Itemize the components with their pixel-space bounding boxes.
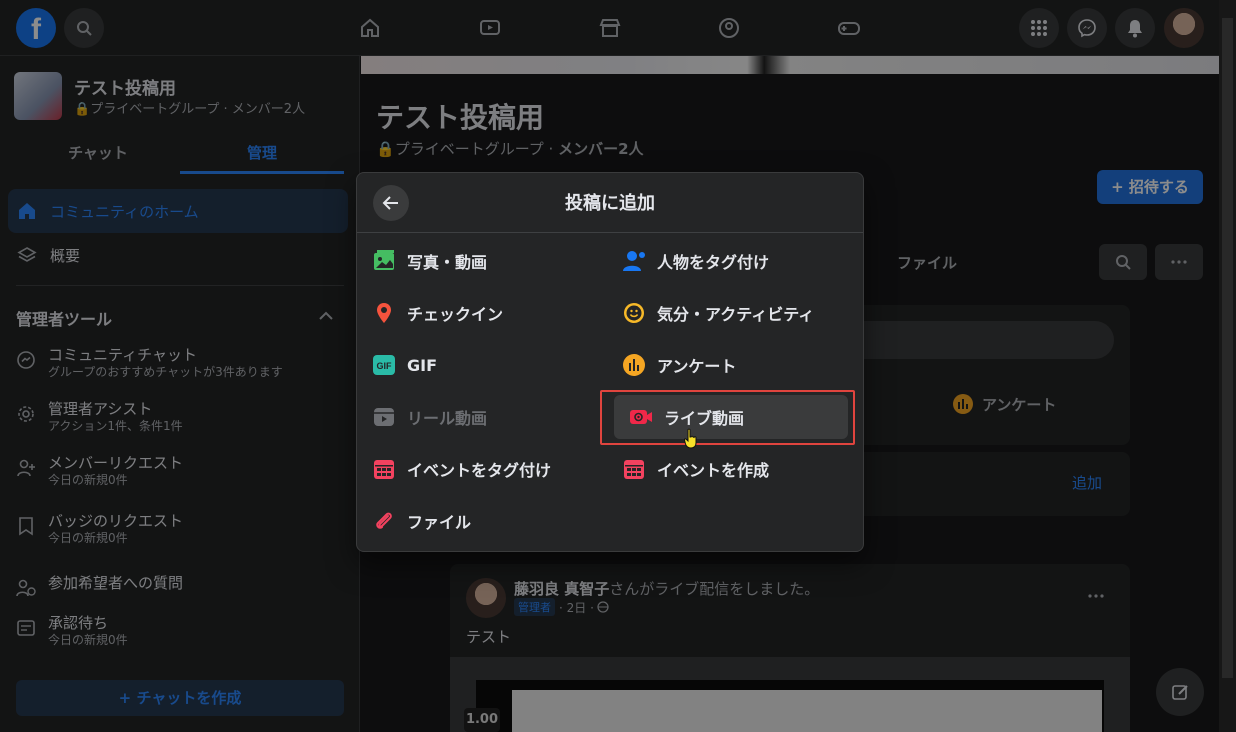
tag-people-icon [621, 248, 647, 274]
option-label: リール動画 [407, 409, 488, 428]
option-label: イベントを作成 [657, 461, 770, 480]
svg-text:GIF: GIF [377, 361, 393, 371]
option-label: アンケート [657, 357, 737, 376]
option-check-in[interactable]: チェックイン [357, 291, 597, 335]
option-label: 写真・動画 [407, 253, 488, 272]
option-label: ファイル [407, 513, 472, 532]
reels-icon [371, 404, 397, 430]
option-tag-event[interactable]: イベントをタグ付け [357, 447, 597, 491]
poll-icon [621, 352, 647, 378]
option-tag-people[interactable]: 人物をタグ付け [607, 239, 847, 283]
option-label: 人物をタグ付け [657, 253, 770, 272]
option-feeling-activity[interactable]: 気分・アクティビティ [607, 291, 847, 335]
add-to-post-dialog: 投稿に追加 写真・動画 チェックイン GIF GIF リール動画 イベントをタグ… [356, 172, 864, 552]
option-poll[interactable]: アンケート [607, 343, 847, 387]
gif-icon: GIF [371, 352, 397, 378]
option-file[interactable]: ファイル [357, 499, 597, 543]
option-label: イベントをタグ付け [407, 461, 552, 480]
option-reels: リール動画 [357, 395, 597, 439]
option-label: チェックイン [407, 305, 504, 324]
option-photo-video[interactable]: 写真・動画 [357, 239, 597, 283]
option-create-event[interactable]: イベントを作成 [607, 447, 847, 491]
attachment-icon [371, 508, 397, 534]
dialog-title: 投稿に追加 [565, 193, 655, 214]
photo-icon [371, 248, 397, 274]
live-video-highlight [600, 390, 855, 445]
hand-cursor-icon [684, 428, 697, 449]
smiley-icon [621, 300, 647, 326]
option-label: GIF [407, 355, 438, 375]
event-create-icon [621, 456, 647, 482]
dialog-divider [357, 232, 863, 233]
option-gif[interactable]: GIF GIF [357, 343, 597, 387]
event-calendar-icon [371, 456, 397, 482]
location-pin-icon [371, 300, 397, 326]
option-label: 気分・アクティビティ [657, 305, 815, 324]
